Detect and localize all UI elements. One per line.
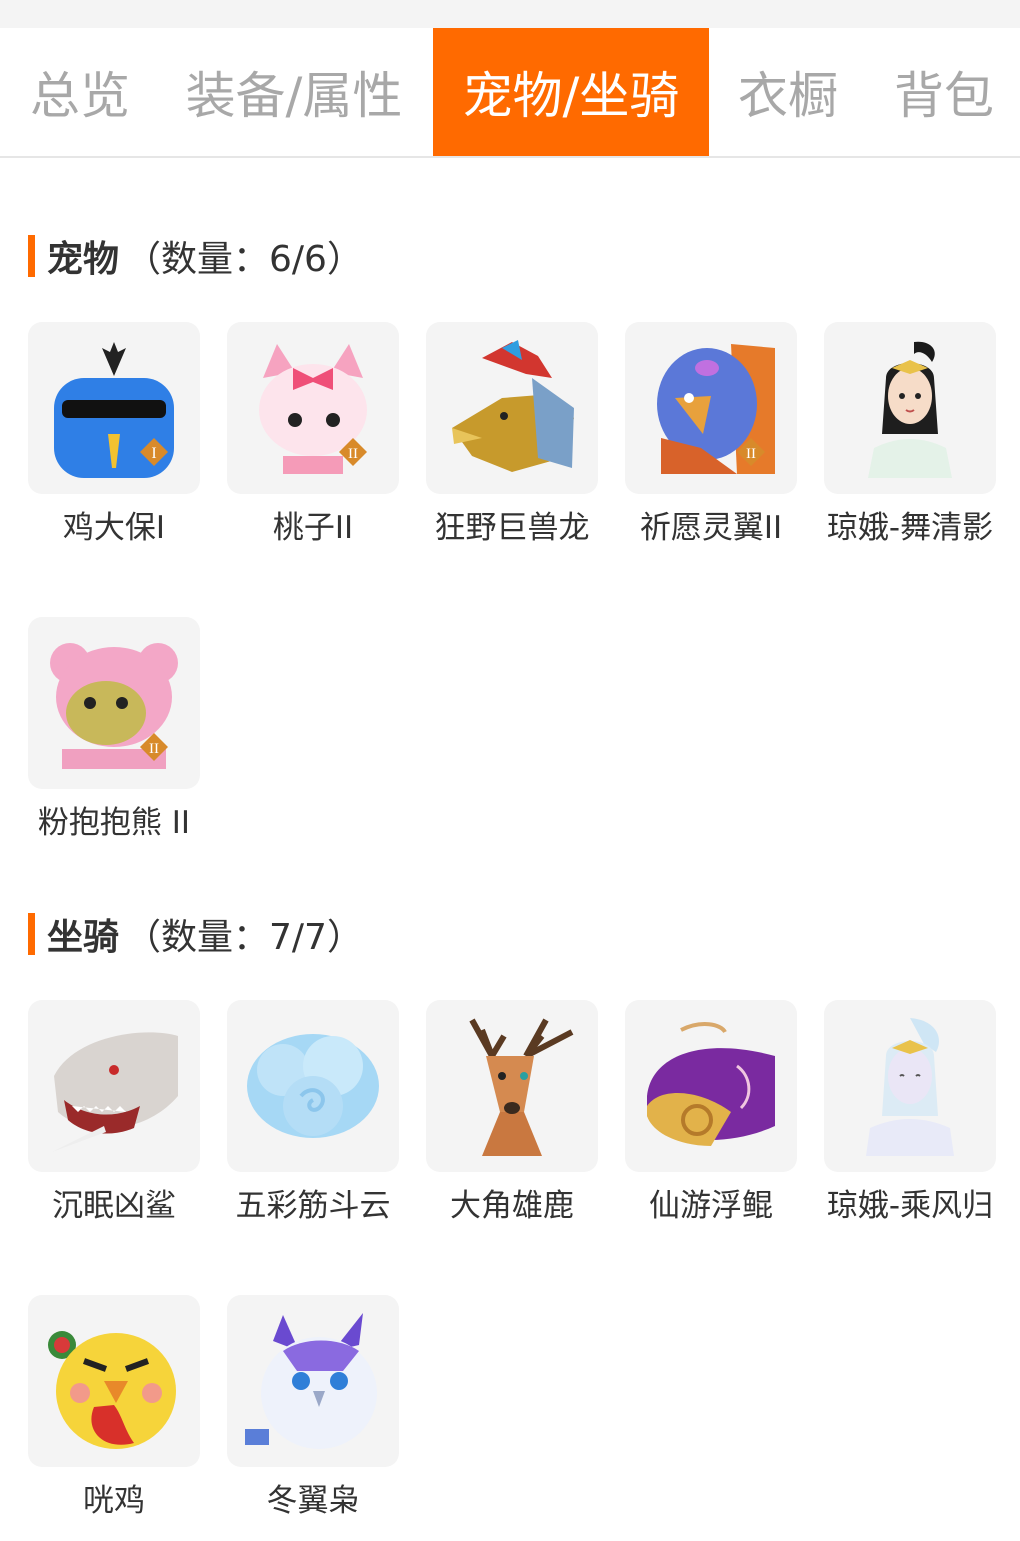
top-strip: [0, 0, 1020, 28]
mount-thumbnail: [28, 1295, 200, 1467]
svg-text:II: II: [149, 741, 159, 757]
deer-icon: [469, 1018, 574, 1156]
mount-name: 咣鸡: [83, 1483, 145, 1519]
mount-item[interactable]: 咣鸡: [26, 1295, 202, 1525]
pets-section-header: 宠物 （数量：6/6）: [28, 234, 363, 280]
pet-thumbnail: [824, 322, 996, 494]
shark-icon: [52, 1032, 178, 1152]
pet-item[interactable]: 琼娥-舞清影: [822, 322, 998, 552]
mount-item[interactable]: 沉眠凶鲨: [26, 1000, 202, 1230]
svg-text:II: II: [348, 446, 358, 462]
svg-text:II: II: [746, 446, 756, 462]
mount-item[interactable]: 五彩筋斗云: [225, 1000, 401, 1230]
pet-name: 桃子II: [272, 510, 354, 546]
svg-text:I: I: [151, 445, 156, 462]
pet-name: 祈愿灵翼II: [639, 510, 783, 546]
mount-name: 沉眠凶鲨: [52, 1188, 176, 1224]
section-count: （数量：6/6）: [125, 239, 363, 280]
section-accent-bar: [28, 235, 35, 277]
pet-item[interactable]: 狂野巨兽龙: [424, 322, 600, 552]
pet-thumbnail: II: [227, 322, 399, 494]
pet-item[interactable]: II 祈愿灵翼II: [623, 322, 799, 552]
mount-thumbnail: [625, 1000, 797, 1172]
eagle-icon: II: [657, 344, 775, 474]
pet-thumbnail: II: [625, 322, 797, 494]
mount-item[interactable]: 琼娥-乘风归: [822, 1000, 998, 1230]
pet-name: 狂野巨兽龙: [434, 510, 590, 546]
pet-item[interactable]: II 粉抱抱熊 II: [26, 617, 202, 847]
tab-overview[interactable]: 总览: [0, 28, 160, 156]
mount-thumbnail: [227, 1000, 399, 1172]
maiden-icon: [868, 341, 952, 478]
mount-name: 五彩筋斗云: [235, 1188, 391, 1224]
mount-name: 仙游浮鲲: [649, 1188, 773, 1224]
owl-icon: [245, 1313, 377, 1449]
mount-item[interactable]: 仙游浮鲲: [623, 1000, 799, 1230]
mount-name: 大角雄鹿: [450, 1188, 574, 1224]
pet-thumbnail: I: [28, 322, 200, 494]
pet-thumbnail: II: [28, 617, 200, 789]
pet-item[interactable]: I 鸡大保I: [26, 322, 202, 552]
section-title: 坐骑: [47, 917, 120, 958]
pink-cat-icon: II: [259, 344, 367, 474]
pet-thumbnail: [426, 322, 598, 494]
section-count: （数量：7/7）: [125, 917, 363, 958]
tab-backpack[interactable]: 背包: [874, 28, 1014, 156]
pet-name: 鸡大保I: [62, 510, 166, 546]
mount-name: 冬翼枭: [266, 1483, 360, 1519]
dragon-icon: [452, 340, 574, 472]
cloud-icon: [247, 1034, 379, 1138]
maiden-icon: [866, 1018, 954, 1156]
blue-chick-icon: I: [54, 342, 174, 478]
whale-icon: [647, 1022, 775, 1146]
mount-item[interactable]: 冬翼枭: [225, 1295, 401, 1525]
mount-thumbnail: [426, 1000, 598, 1172]
tab-wardrobe[interactable]: 衣橱: [718, 28, 858, 156]
tab-pets-mounts[interactable]: 宠物/坐骑: [433, 28, 709, 156]
pink-bear-icon: II: [50, 643, 178, 769]
mount-name: 琼娥-乘风归: [826, 1188, 994, 1224]
pet-item[interactable]: II 桃子II: [225, 322, 401, 552]
tab-equipment-attributes[interactable]: 装备/属性: [168, 28, 420, 156]
yellow-chick-icon: [48, 1331, 176, 1449]
mount-item[interactable]: 大角雄鹿: [424, 1000, 600, 1230]
pet-name: 粉抱抱熊 II: [37, 805, 191, 841]
section-accent-bar: [28, 913, 35, 955]
mount-thumbnail: [227, 1295, 399, 1467]
pet-name: 琼娥-舞清影: [826, 510, 994, 546]
tab-bar: 总览 装备/属性 宠物/坐骑 衣橱 背包: [0, 28, 1020, 158]
mount-thumbnail: [824, 1000, 996, 1172]
mounts-section-header: 坐骑 （数量：7/7）: [28, 912, 363, 958]
mount-thumbnail: [28, 1000, 200, 1172]
section-title: 宠物: [47, 239, 120, 280]
